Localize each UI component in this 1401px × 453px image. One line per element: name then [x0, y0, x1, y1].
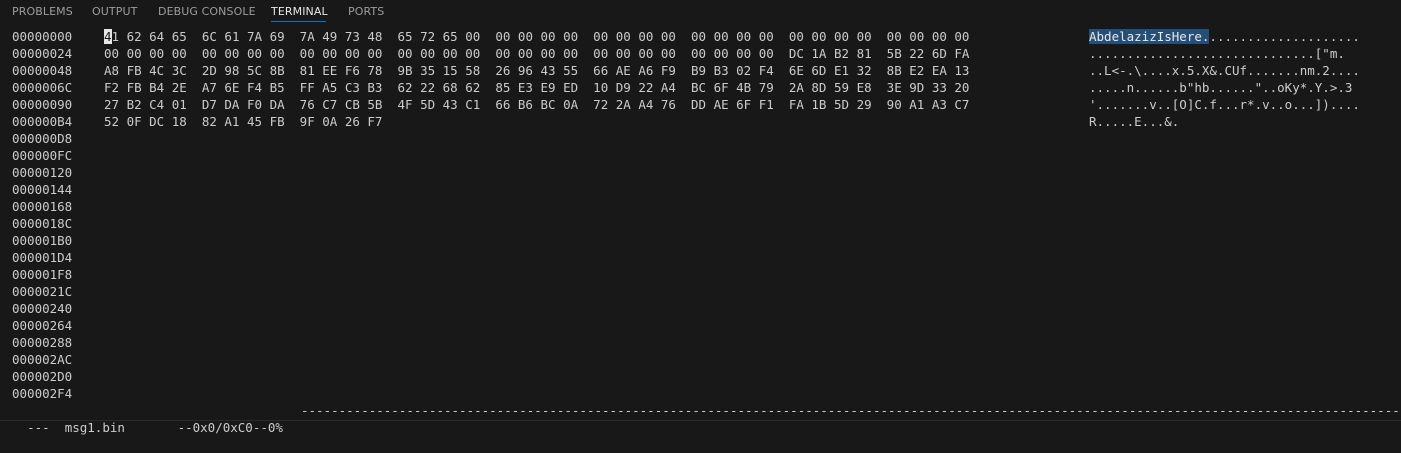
hex-row-ascii: R.....E...&. — [1089, 114, 1180, 129]
hex-row-offset: 00000168 — [12, 199, 73, 214]
active-tab-indicator — [271, 21, 326, 22]
hex-row-bytes: 27 B2 C4 01 D7 DA F0 DA 76 C7 CB 5B 4F 5… — [104, 97, 970, 112]
status-file-info: --- msg1.bin --0x0/0xC0--0% — [27, 420, 283, 435]
hexedit-status-bar: --- msg1.bin --0x0/0xC0--0% ------------… — [12, 402, 1401, 435]
tab-debug-console[interactable]: DEBUG CONSOLE — [158, 5, 256, 18]
hex-row-ascii: ..............................["m. — [1089, 46, 1345, 61]
hex-row-ascii: AbdelazizIsHere..................... — [1089, 28, 1360, 45]
ascii-rest: .................... — [1209, 29, 1360, 44]
hex-row-offset: 00000144 — [12, 182, 73, 197]
hex-row-offset: 000002AC — [12, 352, 73, 367]
hex-row-offset: 0000021C — [12, 284, 73, 299]
hex-row-offset: 00000024 — [12, 46, 73, 61]
panel-bottom-divider — [0, 420, 1401, 421]
tab-problems[interactable]: PROBLEMS — [12, 5, 73, 18]
hex-row-bytes: 41 62 64 65 6C 61 7A 69 7A 49 73 48 65 7… — [104, 28, 969, 45]
hex-row-ascii: .....n......b"hb......"..oKy*.Y.>.3 — [1089, 80, 1360, 95]
hex-row-offset: 00000090 — [12, 97, 73, 112]
hex-row-bytes: 52 0F DC 18 82 A1 45 FB 9F 0A 26 F7 — [104, 114, 383, 129]
hex-row-offset: 00000264 — [12, 318, 73, 333]
tab-ports[interactable]: PORTS — [348, 5, 384, 18]
hex-row-offset: 000001B0 — [12, 233, 73, 248]
hex-row-bytes: 00 00 00 00 00 00 00 00 00 00 00 00 00 0… — [104, 46, 970, 61]
tab-terminal[interactable]: TERMINAL — [271, 5, 328, 18]
hex-row-offset: 000000B4 — [12, 114, 73, 129]
hex-row-offset: 00000000 — [12, 29, 73, 44]
hex-row-bytes: F2 FB B4 2E A7 6E F4 B5 FF A5 C3 B3 62 2… — [104, 80, 970, 95]
status-dashes: ----------------------------------------… — [301, 403, 1401, 418]
hex-row-offset: 000000D8 — [12, 131, 73, 146]
hex-row-offset: 00000120 — [12, 165, 73, 180]
hex-row-offset: 0000018C — [12, 216, 73, 231]
terminal-cursor: 4 — [104, 29, 112, 44]
ascii-selection: AbdelazizIsHere. — [1089, 29, 1210, 44]
hex-row-offset: 000002D0 — [12, 369, 73, 384]
hex-row-offset: 0000006C — [12, 80, 73, 95]
hex-row-offset: 000002F4 — [12, 386, 73, 401]
hex-row-bytes-rest: 1 62 64 65 6C 61 7A 69 7A 49 73 48 65 72… — [111, 29, 970, 44]
hex-row-bytes: A8 FB 4C 3C 2D 98 5C 8B 81 EE F6 78 9B 3… — [104, 63, 970, 78]
panel-tab-bar: PROBLEMS OUTPUT DEBUG CONSOLE TERMINAL P… — [0, 0, 1401, 24]
hex-row-offset: 00000288 — [12, 335, 73, 350]
hex-row-offset: 000001D4 — [12, 250, 73, 265]
hex-row-offset: 00000048 — [12, 63, 73, 78]
tab-output[interactable]: OUTPUT — [92, 5, 137, 18]
hex-row-offset: 000001F8 — [12, 267, 73, 282]
hex-row-ascii: ..L<-.\....x.5.X&.CUf.......nm.2.... — [1089, 63, 1360, 78]
hex-row-offset: 000000FC — [12, 148, 73, 163]
hex-row-ascii: '.......v..[O]C.f...r*.v..o...]).... — [1089, 97, 1360, 112]
hex-row-offset: 00000240 — [12, 301, 73, 316]
